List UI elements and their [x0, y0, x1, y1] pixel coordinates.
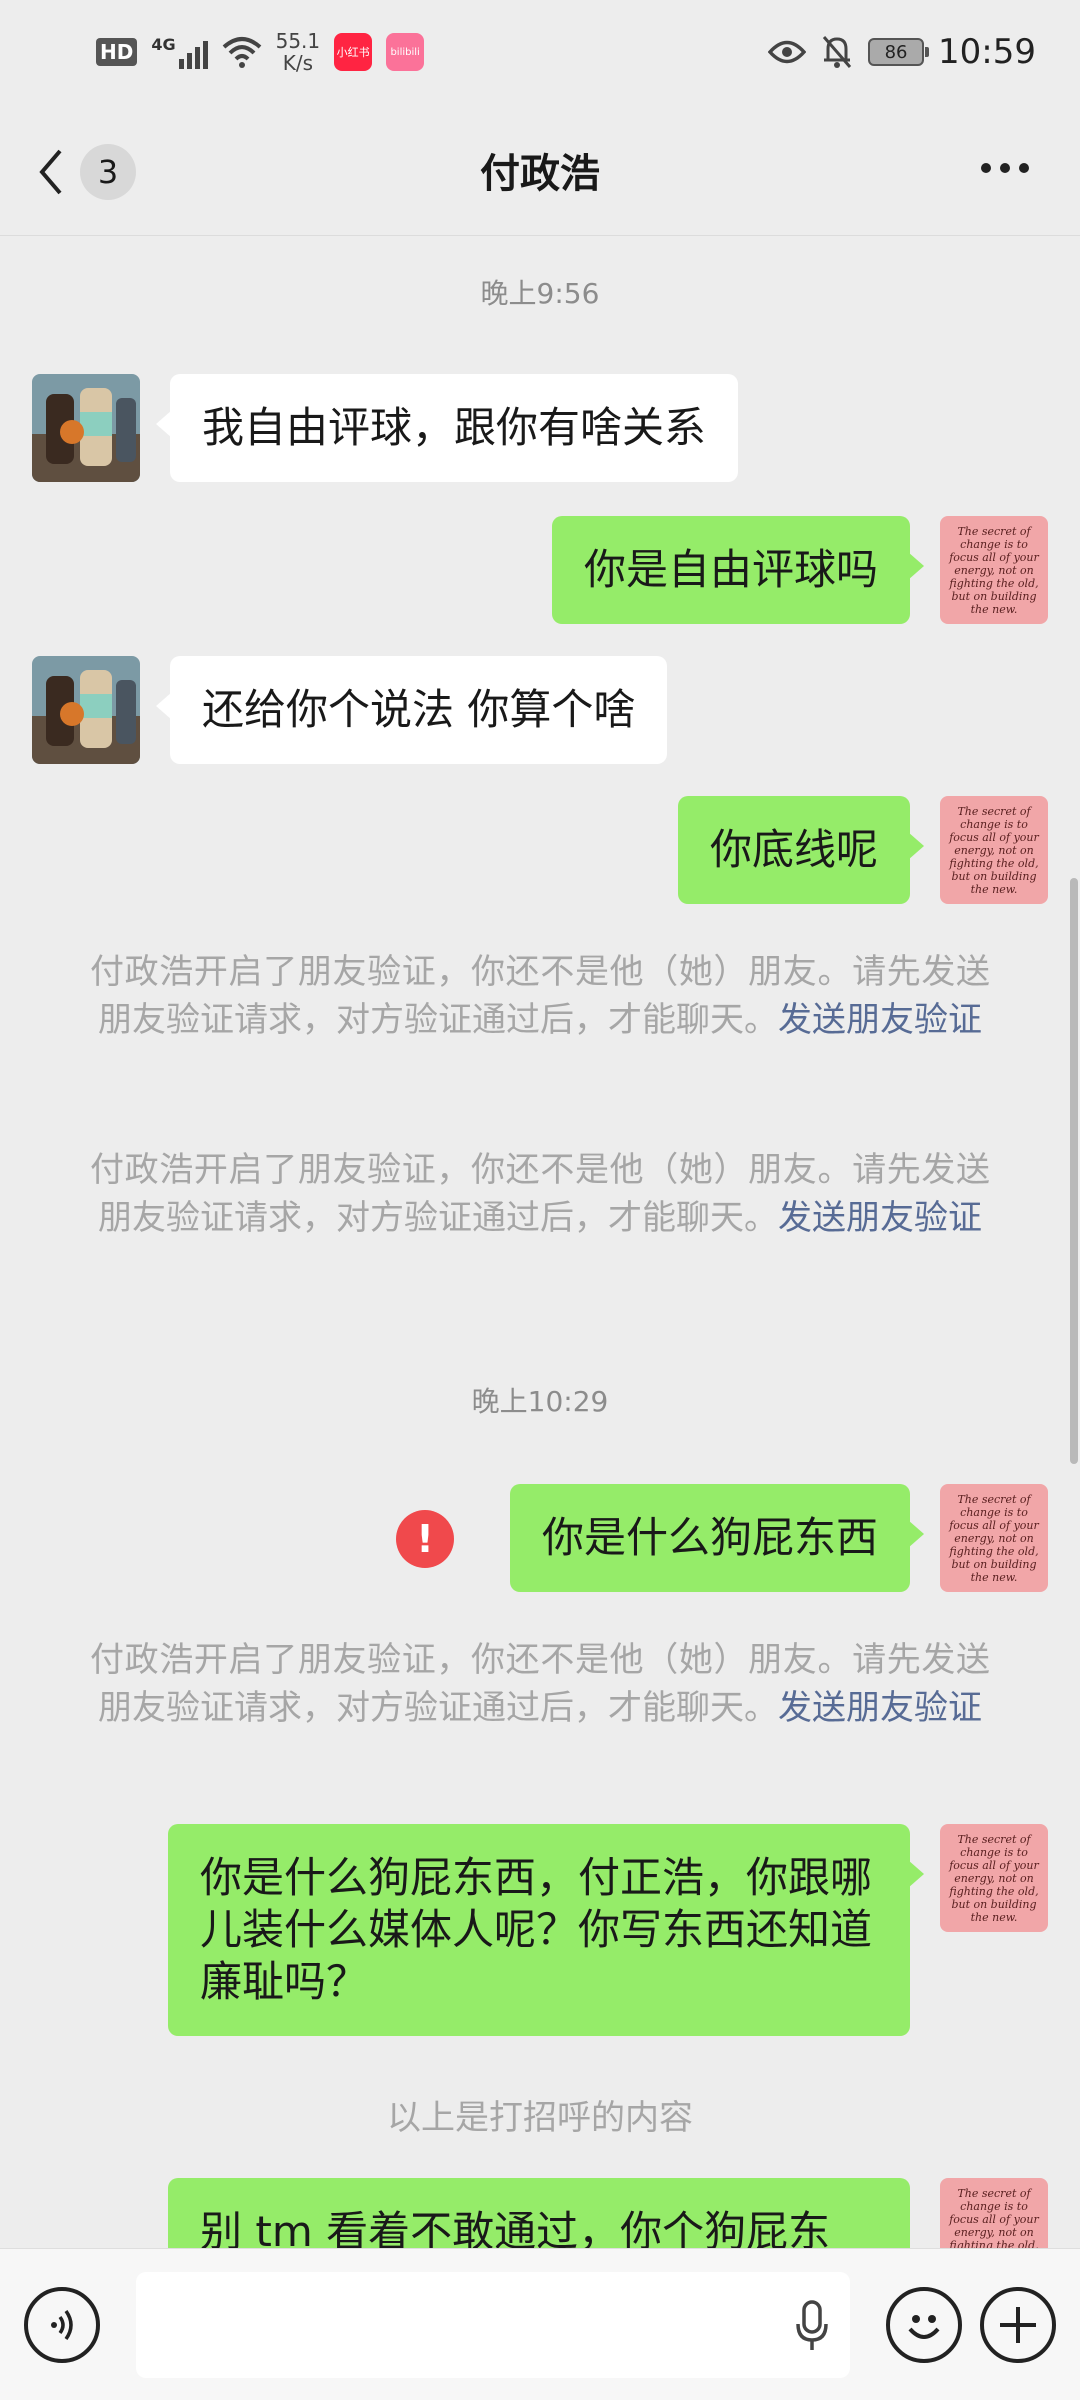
message-bubble-sent[interactable]: 你是自由评球吗	[551, 516, 925, 624]
status-left: HD 4G 55.1 K/s 小红书 bilibili	[96, 30, 425, 74]
bilibili-icon: bilibili	[386, 33, 425, 71]
send-failed-icon[interactable]: !	[396, 1510, 454, 1568]
system-message: 付政浩开启了朋友验证，你还不是他（她）朋友。请先发送朋友验证请求，对方验证通过后…	[90, 948, 990, 1044]
network-type: 4G	[151, 35, 176, 54]
signal-icon: 4G	[151, 35, 208, 69]
my-avatar[interactable]: The secret of change is to focus all of …	[940, 516, 1048, 624]
message-timestamp: 晚上9:56	[480, 277, 600, 310]
message-bubble-sent[interactable]: 你是什么狗屁东西，付正浩，你跟哪儿装什么媒体人呢？你写东西还知道廉耻吗？	[168, 1824, 924, 2036]
message-bubble-sent[interactable]: 别 tm 看着不敢通过，你个狗屁东	[168, 2178, 910, 2248]
unread-count-badge: 3	[80, 144, 136, 200]
my-avatar[interactable]: The secret of change is to focus all of …	[940, 2178, 1048, 2248]
status-right: 86 10:59	[768, 32, 1036, 72]
basketball-photo	[32, 374, 140, 482]
voice-icon	[51, 2309, 73, 2340]
greeting-note: 以上是打招呼的内容	[387, 2098, 693, 2138]
speed-value: 55.1	[275, 29, 321, 53]
message-bubble-sent[interactable]: 你是什么狗屁东西	[509, 1484, 925, 1592]
status-bar: HD 4G 55.1 K/s 小红书 bilibili 86 10:59	[0, 0, 1080, 104]
chevron-left-icon	[39, 149, 62, 195]
back-button[interactable]: 3	[36, 144, 136, 200]
battery-icon: 86	[868, 38, 930, 66]
add-more-button[interactable]	[980, 2286, 1056, 2363]
basketball-photo	[32, 656, 140, 764]
chat-area[interactable]: 晚上9:56 我自由评球，跟你有啥关系 The secret of change…	[0, 236, 1080, 2248]
system-message: 付政浩开启了朋友验证，你还不是他（她）朋友。请先发送朋友验证请求，对方验证通过后…	[90, 1636, 990, 1732]
eye-icon	[768, 40, 807, 64]
wifi-icon	[222, 37, 261, 68]
message-input[interactable]	[136, 2271, 850, 2378]
voice-toggle-button[interactable]	[24, 2286, 100, 2363]
message-bubble-sent[interactable]: 你底线呢	[677, 796, 925, 904]
my-avatar[interactable]: The secret of change is to focus all of …	[940, 1824, 1048, 1932]
message-input-wrapper	[136, 2271, 850, 2378]
scrollbar[interactable]	[1070, 878, 1078, 1464]
clock: 10:59	[938, 32, 1036, 72]
hd-badge: HD	[96, 38, 138, 66]
contact-avatar[interactable]	[32, 656, 140, 764]
page-title: 付政浩	[480, 150, 600, 197]
xiaohongshu-icon: 小红书	[334, 33, 373, 71]
microphone-icon[interactable]	[792, 2298, 832, 2354]
send-verification-link[interactable]: 发送朋友验证	[778, 1198, 982, 1238]
plus-icon	[1000, 2306, 1036, 2343]
send-verification-link[interactable]: 发送朋友验证	[778, 1688, 982, 1728]
network-speed: 55.1 K/s	[276, 30, 321, 74]
send-verification-link[interactable]: 发送朋友验证	[778, 1000, 982, 1040]
system-message: 付政浩开启了朋友验证，你还不是他（她）朋友。请先发送朋友验证请求，对方验证通过后…	[90, 1146, 990, 1242]
nav-bar: 3 付政浩	[0, 104, 1080, 236]
message-bubble-received[interactable]: 我自由评球，跟你有啥关系	[155, 374, 739, 482]
smiley-icon	[908, 2314, 940, 2339]
my-avatar[interactable]: The secret of change is to focus all of …	[940, 1484, 1048, 1592]
message-bubble-received[interactable]: 还给你个说法 你算个啥	[155, 656, 668, 764]
emoji-button[interactable]	[886, 2286, 962, 2363]
more-icon[interactable]	[980, 162, 1030, 174]
input-bar	[0, 2248, 1080, 2400]
message-timestamp: 晚上10:29	[471, 1385, 609, 1418]
mute-bell-icon	[822, 36, 852, 68]
speed-unit: K/s	[282, 51, 314, 75]
my-avatar[interactable]: The secret of change is to focus all of …	[940, 796, 1048, 904]
contact-avatar[interactable]	[32, 374, 140, 482]
